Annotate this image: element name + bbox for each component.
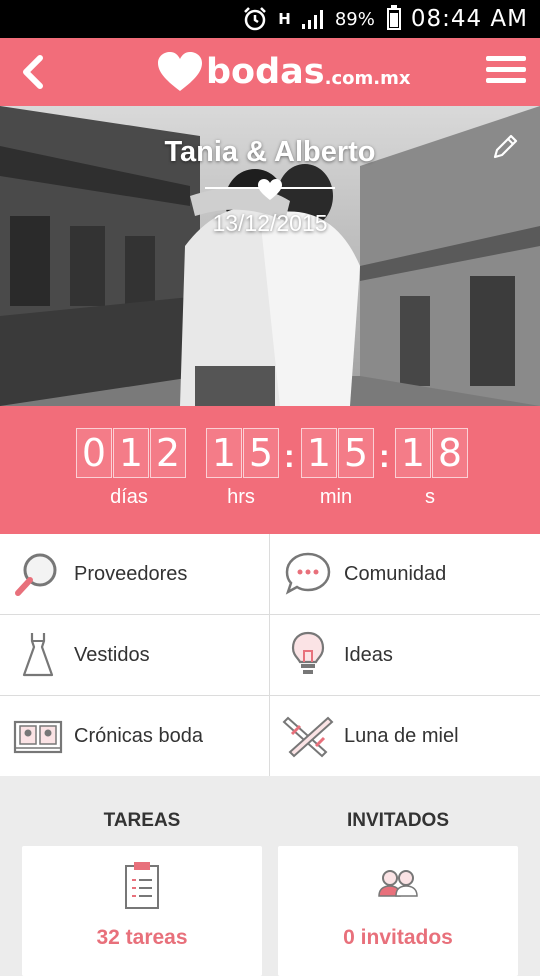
menu-item-proveedores[interactable]: Proveedores: [0, 534, 270, 615]
wedding-date: 13/12/2015: [212, 210, 328, 236]
tasks-count: 32 tareas: [96, 926, 188, 949]
menu-item-comunidad[interactable]: Comunidad: [270, 534, 540, 615]
menu-item-label: Vestidos: [74, 643, 150, 666]
dashboard-section: TAREAS INVITADOS 32 tareas 0 invitados: [0, 776, 540, 976]
magnifier-icon: [12, 548, 64, 600]
logo-word: bodas: [206, 52, 325, 92]
guests-count: 0 invitados: [343, 926, 453, 949]
menu-item-label: Luna de miel: [344, 724, 459, 747]
dress-icon: [12, 629, 64, 681]
bodas-logo: bodas .com.mx: [156, 46, 410, 98]
countdown-hours: 1 5: [206, 428, 280, 484]
status-bar: H 89% 08:44 AM: [0, 0, 540, 38]
logo-domain: .com.mx: [324, 67, 411, 89]
days-digit: 1: [113, 428, 149, 478]
guests-title: INVITADOS: [346, 810, 450, 831]
minutes-digit: 5: [338, 428, 374, 478]
signal-icon: [301, 8, 325, 30]
alarm-icon: [242, 6, 268, 32]
days-digit: 2: [150, 428, 186, 478]
hamburger-menu-button[interactable]: [486, 52, 526, 92]
seconds-digit: 1: [395, 428, 431, 478]
seconds-label: s: [425, 486, 435, 508]
heart-divider-icon: [205, 179, 335, 200]
lightbulb-icon: [282, 629, 334, 681]
menu-item-luna-de-miel[interactable]: Luna de miel: [270, 696, 540, 777]
edit-button[interactable]: [490, 132, 520, 162]
tasks-card[interactable]: 32 tareas: [22, 846, 262, 976]
couple-photo-header: Tania & Alberto 13/12/2015: [0, 106, 540, 406]
guests-card[interactable]: 0 invitados: [278, 846, 518, 976]
airplanes-icon: [282, 710, 334, 762]
battery-icon: [385, 5, 401, 30]
section-menu: Proveedores Comunidad Vestidos Ideas Cró…: [0, 534, 540, 777]
days-label: días: [110, 486, 148, 508]
hamburger-menu-icon: [486, 56, 526, 83]
couple-names: Tania & Alberto: [164, 136, 376, 168]
minutes-digit: 1: [301, 428, 337, 478]
menu-item-vestidos[interactable]: Vestidos: [0, 615, 270, 696]
menu-item-label: Comunidad: [344, 562, 447, 585]
menu-item-label: Proveedores: [74, 562, 188, 585]
countdown-days: 0 1 2: [76, 428, 187, 484]
countdown-minutes: 1 5: [301, 428, 375, 484]
hours-digit: 5: [243, 428, 279, 478]
colon-separator: :: [284, 438, 295, 474]
menu-item-label: Ideas: [344, 643, 393, 666]
app-bar: bodas .com.mx: [0, 38, 540, 106]
countdown-seconds: 1 8: [395, 428, 469, 484]
menu-item-ideas[interactable]: Ideas: [270, 615, 540, 696]
colon-separator: :: [379, 438, 390, 474]
chat-bubble-icon: [282, 548, 334, 600]
guests-icon: [378, 870, 418, 897]
wedding-countdown: 0 1 2 1 5 : 1 5 : 1 8 días hrs min s: [0, 406, 540, 534]
clipboard-icon: [125, 862, 159, 909]
network-type-indicator: H: [278, 10, 291, 28]
menu-item-cronicas-boda[interactable]: Crónicas boda: [0, 696, 270, 777]
menu-item-label: Crónicas boda: [74, 724, 203, 747]
photo-album-icon: [12, 710, 64, 762]
seconds-digit: 8: [432, 428, 468, 478]
clock: 08:44 AM: [410, 6, 528, 32]
days-digit: 0: [76, 428, 112, 478]
battery-percent: 89%: [334, 8, 375, 30]
tasks-title: TAREAS: [103, 810, 181, 831]
pencil-icon: [493, 134, 518, 159]
back-arrow-icon: [23, 55, 43, 89]
hours-digit: 1: [206, 428, 242, 478]
back-button[interactable]: [12, 50, 52, 94]
heart-logo-icon: [158, 52, 202, 91]
